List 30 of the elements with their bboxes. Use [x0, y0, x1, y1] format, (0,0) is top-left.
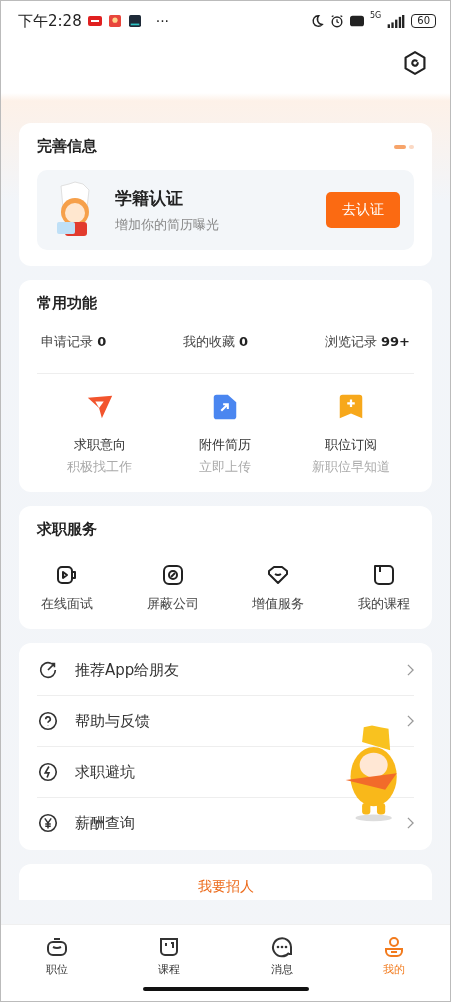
- menu-item[interactable]: 推荐App给朋友: [75, 660, 180, 679]
- shortcut-title: 附件简历: [199, 436, 252, 454]
- network-type: 5G: [369, 11, 382, 20]
- more-notifications: ···: [155, 13, 170, 29]
- section-title: 求职服务: [37, 520, 98, 539]
- section-title: 常用功能: [37, 294, 98, 313]
- card-subtitle: 增加你的简历曝光: [115, 215, 220, 234]
- shortcut-subtitle: 立即上传: [199, 458, 252, 476]
- stat-link[interactable]: 申请记录 0: [41, 333, 107, 351]
- menu-item[interactable]: 帮助与反馈: [75, 711, 150, 730]
- service-label: 屏蔽公司: [146, 595, 199, 613]
- section-title: 完善信息: [37, 137, 97, 156]
- tab-item[interactable]: 职位: [27, 925, 88, 987]
- shortcut-subtitle: 积极找工作: [67, 458, 133, 476]
- battery-indicator: 60: [411, 14, 436, 28]
- card-title: 学籍认证: [115, 186, 184, 210]
- menu-item[interactable]: 薪酬查询: [75, 813, 135, 832]
- menu-item[interactable]: 求职避坑: [75, 762, 135, 781]
- shortcut-title: 求职意向: [73, 436, 126, 454]
- service-label: 在线面试: [41, 595, 93, 613]
- verification-card[interactable]: 学籍认证 增加你的简历曝光 去认证: [37, 170, 414, 250]
- tab-item[interactable]: 消息: [251, 925, 312, 987]
- service-label: 我的课程: [357, 595, 410, 613]
- shortcut-title: 职位订阅: [325, 436, 378, 454]
- shortcut-subtitle: 新职位早知道: [312, 458, 391, 476]
- stat-link[interactable]: 我的收藏 0: [182, 333, 249, 351]
- tab-item[interactable]: 课程: [139, 925, 200, 987]
- stat-link[interactable]: 浏览记录 99+: [324, 333, 410, 351]
- service-label: 增值服务: [252, 595, 305, 613]
- status-time: 下午2:28: [18, 11, 82, 31]
